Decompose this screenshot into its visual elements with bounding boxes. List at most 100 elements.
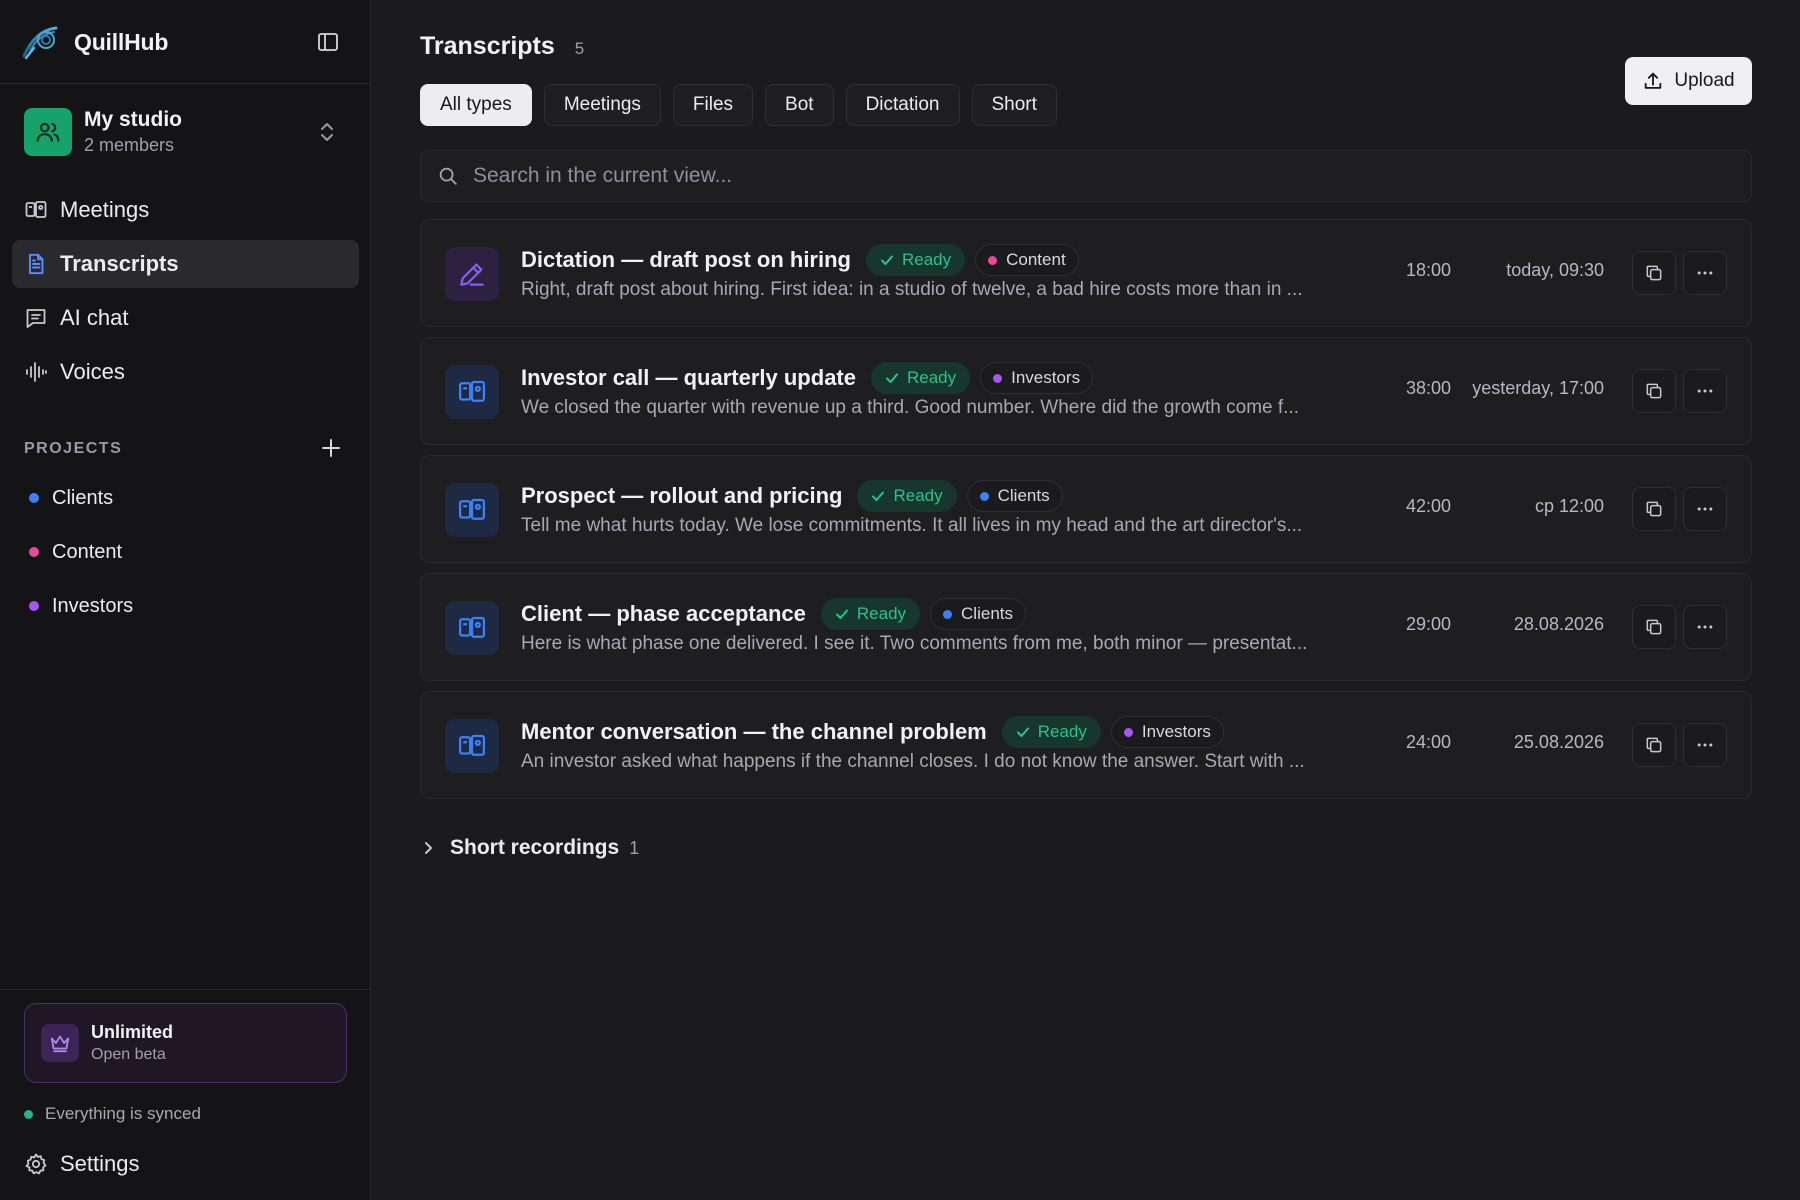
toggle-sidebar-button[interactable]: [312, 28, 344, 56]
project-color-dot: [29, 601, 39, 611]
transcript-row[interactable]: Client — phase acceptance Ready Clients …: [420, 573, 1752, 681]
transcript-date: 28.08.2026: [1513, 614, 1604, 634]
page-title: Transcripts: [420, 32, 555, 60]
copy-button[interactable]: [1632, 723, 1676, 767]
upload-icon: [1642, 70, 1664, 92]
filter-dictation[interactable]: Dictation: [845, 84, 960, 126]
more-horizontal-icon: [1695, 735, 1715, 755]
sidebar: QuillHub My studio 2 members Meetings Tr…: [0, 0, 371, 1200]
plan-title: Unlimited: [91, 1022, 174, 1042]
project-color-dot: [943, 609, 953, 619]
status-label: Ready: [906, 368, 957, 387]
copy-icon: [1644, 499, 1664, 519]
sidebar-divider: [0, 989, 371, 990]
nav-transcripts[interactable]: Transcripts: [12, 240, 359, 288]
nav-ai-chat-label: AI chat: [60, 305, 129, 330]
project-item-clients[interactable]: Clients: [12, 476, 359, 520]
more-horizontal-icon: [1695, 617, 1715, 637]
upload-label: Upload: [1674, 70, 1735, 91]
copy-button[interactable]: [1632, 487, 1676, 531]
filter-all-types[interactable]: All types: [420, 84, 532, 126]
project-badge-label: Investors: [1141, 722, 1211, 741]
check-icon: [1016, 725, 1030, 739]
sync-status-label: Everything is synced: [45, 1104, 201, 1123]
copy-button[interactable]: [1632, 251, 1676, 295]
projects-header: PROJECTS: [24, 437, 346, 461]
search-icon: [437, 165, 459, 187]
project-badge: Clients: [930, 598, 1026, 630]
filter-short[interactable]: Short: [971, 84, 1057, 126]
transcript-date: ср 12:00: [1534, 496, 1604, 516]
brand[interactable]: QuillHub: [20, 22, 168, 62]
search-bar: [420, 150, 1752, 202]
more-options-button[interactable]: [1683, 723, 1727, 767]
transcript-row[interactable]: Prospect — rollout and pricing Ready Cli…: [420, 455, 1752, 563]
project-badge: Clients: [966, 480, 1063, 512]
transcript-title: Dictation — draft post on hiring: [521, 247, 851, 272]
project-badge-label: Investors: [1011, 368, 1081, 387]
project-label: Content: [52, 540, 123, 563]
project-badge: Investors: [980, 362, 1094, 394]
short-recordings-toggle[interactable]: Short recordings 1: [420, 836, 639, 860]
crown-icon: [41, 1024, 79, 1062]
transcript-snippet: Right, draft post about hiring. First id…: [521, 279, 1303, 300]
filter-bot[interactable]: Bot: [765, 84, 834, 126]
meeting-icon: [445, 719, 499, 773]
nav-voices[interactable]: Voices: [12, 348, 359, 396]
check-icon: [871, 489, 885, 503]
pen-icon: [445, 247, 499, 301]
sidebar-toggle-icon: [316, 30, 340, 54]
status-badge: Ready: [865, 244, 966, 276]
project-color-dot: [993, 373, 1003, 383]
more-options-button[interactable]: [1683, 605, 1727, 649]
transcript-row[interactable]: Mentor conversation — the channel proble…: [420, 691, 1752, 799]
transcript-title: Prospect — rollout and pricing: [521, 483, 843, 508]
copy-button[interactable]: [1632, 605, 1676, 649]
status-badge: Ready: [870, 362, 971, 394]
transcript-snippet: Tell me what hurts today. We lose commit…: [521, 515, 1303, 536]
transcript-row[interactable]: Investor call — quarterly update Ready I…: [420, 337, 1752, 445]
filter-meetings[interactable]: Meetings: [543, 84, 661, 126]
add-project-button[interactable]: [316, 433, 346, 463]
project-item-investors[interactable]: Investors: [12, 584, 359, 628]
copy-icon: [1644, 735, 1664, 755]
gear-icon: [24, 1152, 48, 1176]
transcript-snippet: We closed the quarter with revenue up a …: [521, 397, 1300, 418]
brand-name: QuillHub: [74, 28, 169, 55]
more-options-button[interactable]: [1683, 369, 1727, 413]
workspace-switcher[interactable]: My studio 2 members: [24, 104, 346, 160]
nav-meetings-label: Meetings: [60, 197, 150, 222]
project-color-dot: [1123, 727, 1133, 737]
search-input[interactable]: [471, 163, 1751, 189]
check-icon: [835, 607, 849, 621]
more-options-button[interactable]: [1683, 251, 1727, 295]
more-options-button[interactable]: [1683, 487, 1727, 531]
waveform-icon: [24, 360, 48, 384]
transcript-duration: 18:00: [1405, 260, 1451, 280]
status-label: Ready: [893, 486, 943, 505]
project-badge-label: Clients: [961, 604, 1013, 623]
settings-button[interactable]: Settings: [12, 1140, 359, 1188]
meeting-icon: [445, 365, 499, 419]
transcript-duration: 42:00: [1405, 496, 1451, 516]
copy-button[interactable]: [1632, 369, 1676, 413]
page-header: Transcripts 5: [420, 32, 584, 61]
transcript-date: 25.08.2026: [1513, 732, 1604, 752]
plan-card[interactable]: Unlimited Open beta: [24, 1003, 347, 1083]
quillhub-logo-icon: [20, 22, 60, 62]
filter-files[interactable]: Files: [672, 84, 754, 126]
project-item-content[interactable]: Content: [12, 530, 359, 574]
transcript-row[interactable]: Dictation — draft post on hiring Ready C…: [420, 219, 1752, 327]
upload-button[interactable]: Upload: [1625, 57, 1752, 105]
sync-status-dot: [24, 1109, 33, 1119]
nav-meetings[interactable]: Meetings: [12, 186, 359, 234]
short-recordings-count: 1: [629, 837, 640, 858]
transcript-title: Mentor conversation — the channel proble…: [521, 719, 987, 744]
transcript-duration: 38:00: [1405, 378, 1451, 398]
project-badge-label: Clients: [997, 486, 1050, 505]
more-horizontal-icon: [1695, 381, 1715, 401]
nav-transcripts-label: Transcripts: [60, 251, 179, 276]
project-color-dot: [988, 255, 998, 265]
nav-ai-chat[interactable]: AI chat: [12, 294, 359, 342]
transcript-date: today, 09:30: [1506, 260, 1604, 280]
